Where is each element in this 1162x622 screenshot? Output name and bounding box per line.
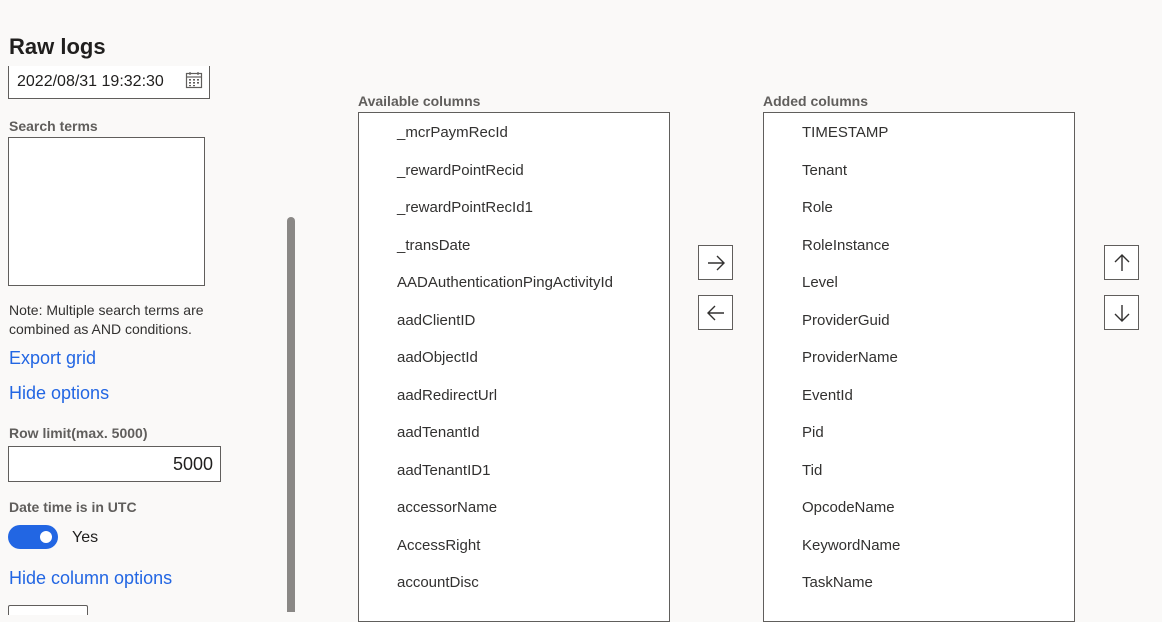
column-list-item[interactable]: TaskName: [802, 574, 873, 591]
column-list-item[interactable]: aadTenantID1: [397, 462, 490, 479]
column-list-item[interactable]: AccessRight: [397, 537, 480, 554]
utc-toggle-text: Yes: [72, 529, 99, 546]
utc-toggle[interactable]: [8, 525, 58, 549]
column-list-item[interactable]: RoleInstance: [802, 237, 890, 254]
column-list-item[interactable]: EventId: [802, 387, 853, 404]
hide-options-link[interactable]: Hide options: [9, 383, 109, 404]
column-list-item[interactable]: accountDisc: [397, 574, 479, 591]
column-list-item[interactable]: aadTenantId: [397, 424, 480, 441]
available-columns-list[interactable]: _mcrPaymRecId _rewardPointRecid _rewardPoi…: [358, 112, 670, 622]
column-list-item[interactable]: accessorName: [397, 499, 497, 516]
added-columns-label: Added columns: [763, 93, 869, 109]
column-list-item[interactable]: _mcrPaymRecId: [397, 124, 508, 141]
column-list-item[interactable]: aadClientID: [397, 312, 475, 329]
column-list-item[interactable]: TIMESTAMP: [802, 124, 888, 141]
arrow-up-icon: [1114, 253, 1129, 271]
column-list-item[interactable]: Level: [802, 274, 838, 291]
search-terms-label: Search terms: [9, 118, 98, 134]
add-column-button[interactable]: [698, 245, 733, 280]
date-time-input[interactable]: 2022/08/31 19:32:30: [8, 66, 210, 99]
column-list-item[interactable]: _rewardPointRecId1: [397, 199, 533, 216]
move-down-button[interactable]: [1104, 295, 1139, 330]
search-note-line: Note: Multiple search terms are: [9, 302, 204, 318]
column-list-item[interactable]: aadObjectId: [397, 349, 478, 366]
toggle-knob: [40, 531, 52, 543]
arrow-left-icon: [706, 305, 724, 320]
search-note-line: combined as AND conditions.: [9, 321, 192, 337]
available-columns-label: Available columns: [358, 93, 481, 109]
column-list-item[interactable]: Role: [802, 199, 833, 216]
calendar-icon[interactable]: [185, 71, 203, 89]
column-list-item[interactable]: KeywordName: [802, 537, 900, 554]
left-panel-scrollbar[interactable]: [287, 217, 295, 612]
remove-column-button[interactable]: [698, 295, 733, 330]
utc-label: Date time is in UTC: [9, 499, 137, 515]
column-list-item[interactable]: ProviderGuid: [802, 312, 890, 329]
hide-column-options-link[interactable]: Hide column options: [9, 568, 172, 589]
column-list-item[interactable]: Pid: [802, 424, 824, 441]
column-list-item[interactable]: AADAuthenticationPingActivityId: [397, 274, 613, 291]
arrow-right-icon: [707, 255, 725, 270]
row-limit-label: Row limit(max. 5000): [9, 425, 148, 441]
column-list-item[interactable]: Tid: [802, 462, 822, 479]
search-note: Note: Multiple search terms are combined…: [9, 301, 239, 339]
page-title: Raw logs: [9, 34, 106, 59]
column-list-item[interactable]: _rewardPointRecid: [397, 162, 524, 179]
column-list-item[interactable]: aadRedirectUrl: [397, 387, 497, 404]
export-grid-link[interactable]: Export grid: [9, 348, 96, 369]
date-time-value: 2022/08/31 19:32:30: [17, 73, 164, 90]
column-list-item[interactable]: Tenant: [802, 162, 847, 179]
column-list-item[interactable]: OpcodeName: [802, 499, 895, 516]
partial-button[interactable]: [8, 605, 88, 615]
column-list-item[interactable]: _transDate: [397, 237, 470, 254]
move-up-button[interactable]: [1104, 245, 1139, 280]
column-list-item[interactable]: ProviderName: [802, 349, 898, 366]
search-terms-input[interactable]: [8, 137, 205, 286]
arrow-down-icon: [1114, 304, 1129, 322]
added-columns-list[interactable]: TIMESTAMP Tenant Role RoleInstance Level Prov…: [763, 112, 1075, 622]
row-limit-input[interactable]: 5000: [8, 446, 221, 482]
